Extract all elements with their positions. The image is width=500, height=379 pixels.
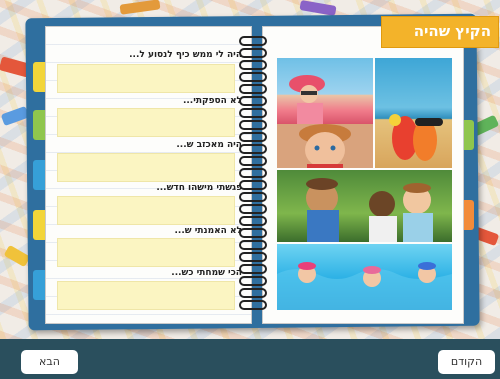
photo-kids-swimming: [277, 244, 452, 310]
answer-field[interactable]: [57, 238, 235, 267]
surprised-boys-image: [306, 178, 433, 242]
kids-swimming-image: [277, 262, 452, 310]
answer-field[interactable]: [57, 196, 235, 225]
next-button[interactable]: הבא: [21, 350, 78, 374]
prompt-label: לא הספקתי...: [182, 96, 242, 106]
page-title: הקיץ שהיה: [413, 22, 491, 40]
notebook-tab: [33, 210, 45, 240]
flipflops-image: [389, 114, 443, 161]
notebook-tab: [33, 160, 45, 190]
answer-field[interactable]: [57, 281, 235, 310]
notebook-tab: [33, 270, 45, 300]
photo-girl-sunglasses: [277, 58, 373, 124]
answer-field[interactable]: [57, 64, 235, 93]
prompt-label: פגשתי מישהו חדש...: [156, 183, 242, 193]
notebook-tab: [33, 110, 45, 140]
notebook-tab: [33, 62, 45, 92]
photo-surprised-boys: [277, 170, 452, 242]
photo-boy-face: [277, 124, 373, 168]
prompt-label: היה מאכזב ש...: [176, 140, 242, 150]
prompt-label: היה לי ממש כיף לנסוע ל...: [129, 50, 242, 60]
girl-sunglasses-image: [289, 75, 325, 124]
prompt-label: לא האמנתי ש...: [174, 226, 242, 236]
photo-beach-flipflops: [375, 58, 452, 168]
answer-field[interactable]: [57, 153, 235, 182]
previous-button[interactable]: הקודם: [438, 350, 495, 374]
boy-face-image: [277, 124, 373, 168]
prompt-label: הכי שמחתי כש...: [171, 268, 242, 278]
spiral-binding: [239, 36, 267, 316]
answer-field[interactable]: [57, 108, 235, 137]
